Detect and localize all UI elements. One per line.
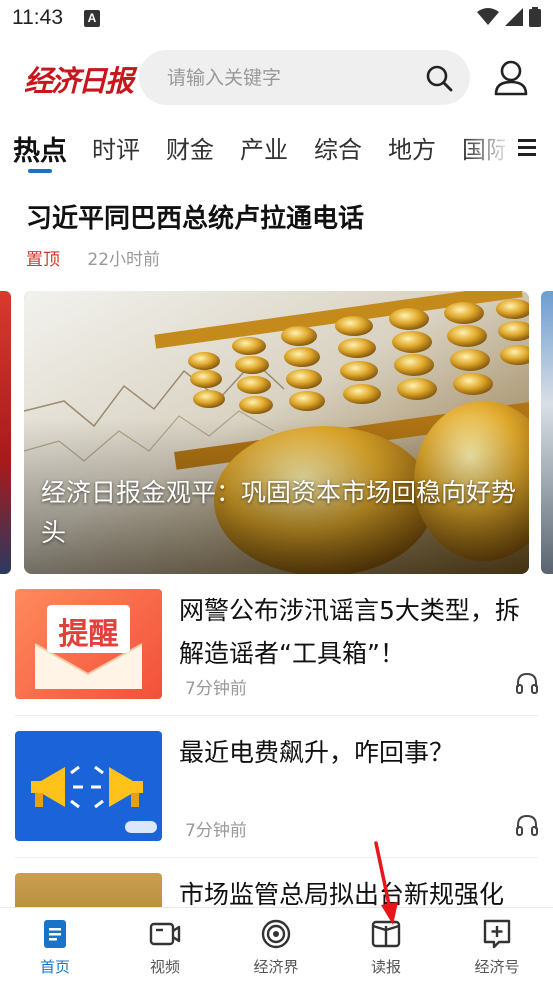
news-thumbnail xyxy=(15,731,162,841)
news-title[interactable]: 最近电费飙升，咋回事？ xyxy=(179,731,539,774)
status-time: 11:43 xyxy=(12,6,63,29)
news-item[interactable]: 最近电费飙升，咋回事？ 7分钟前 xyxy=(0,731,553,873)
battery-icon xyxy=(529,7,541,27)
category-tabs: 热点 时评 财金 产业 综合 地方 国际 xyxy=(0,118,553,176)
signal-icon xyxy=(505,8,523,26)
tab-finance[interactable]: 财金 xyxy=(166,130,214,165)
app-logo[interactable]: 经济日报 xyxy=(24,58,134,100)
nav-read-paper[interactable]: 读报 xyxy=(331,908,441,984)
book-icon xyxy=(371,920,401,948)
carousel-caption: 经济日报金观平：巩固资本市场回稳向好势头 xyxy=(41,478,517,547)
search-bar[interactable] xyxy=(139,50,470,105)
headphone-icon[interactable] xyxy=(515,814,539,836)
search-input[interactable] xyxy=(167,50,417,105)
tab-hot[interactable]: 热点 xyxy=(13,129,67,168)
news-item[interactable]: 市场监管总局拟出台新规强化 xyxy=(0,873,553,907)
wifi-icon xyxy=(477,8,499,25)
reminder-label: 提醒 xyxy=(58,617,119,652)
carousel-slide[interactable]: 经济日报金观平：巩固资本市场回稳向好势头 xyxy=(24,291,529,574)
nav-economy-circle[interactable]: 经济界 xyxy=(221,908,331,984)
headphone-icon[interactable] xyxy=(515,672,539,694)
status-icons xyxy=(477,7,541,27)
nav-label: 读报 xyxy=(370,958,401,976)
nav-home[interactable]: 首页 xyxy=(0,908,110,984)
headline-meta: 置顶 22小时前 xyxy=(26,245,160,270)
menu-icon[interactable] xyxy=(505,118,553,176)
nav-economy-account[interactable]: 经济号 xyxy=(442,908,552,984)
carousel-next-slide[interactable] xyxy=(541,291,553,574)
status-bar: 11:43 A xyxy=(0,0,553,40)
nav-label: 经济号 xyxy=(474,958,520,976)
bottom-navigation: 首页 视频 经济界 读报 经济号 xyxy=(0,907,553,984)
tab-commentary[interactable]: 时评 xyxy=(92,130,140,165)
nav-video[interactable]: 视频 xyxy=(110,908,220,984)
video-icon xyxy=(149,922,181,946)
featured-carousel[interactable]: 经济日报金观平：巩固资本市场回稳向好势头 xyxy=(0,291,553,574)
news-thumbnail xyxy=(15,873,162,907)
news-thumbnail: 提醒 xyxy=(15,589,162,699)
headline-time: 22小时前 xyxy=(87,250,161,270)
headline-title[interactable]: 习近平同巴西总统卢拉通电话 xyxy=(26,198,364,235)
target-icon xyxy=(261,919,291,949)
news-title[interactable]: 网警公布涉汛谣言5大类型，拆解造谣者“工具箱”！ xyxy=(179,589,539,675)
nav-label: 经济界 xyxy=(253,958,299,976)
news-title[interactable]: 市场监管总局拟出台新规强化 xyxy=(179,873,539,907)
news-time: 7分钟前 xyxy=(185,821,247,841)
nav-label: 首页 xyxy=(39,958,70,976)
search-icon[interactable] xyxy=(425,64,453,92)
megaphone-image xyxy=(31,765,157,833)
divider xyxy=(15,857,538,858)
pinned-badge: 置顶 xyxy=(26,250,60,270)
header: 经济日报 xyxy=(0,40,553,118)
add-box-icon xyxy=(483,919,511,949)
tab-industry[interactable]: 产业 xyxy=(240,130,288,165)
active-tab-indicator xyxy=(28,169,52,173)
tab-local[interactable]: 地方 xyxy=(388,130,436,165)
user-profile-icon[interactable] xyxy=(493,58,529,98)
tab-general[interactable]: 综合 xyxy=(314,130,362,165)
document-icon xyxy=(44,920,66,948)
carousel-prev-slide[interactable] xyxy=(0,291,11,574)
news-time: 7分钟前 xyxy=(185,679,247,699)
nav-label: 视频 xyxy=(149,958,180,976)
notification-icon: A xyxy=(84,10,100,27)
news-item[interactable]: 提醒 网警公布涉汛谣言5大类型，拆解造谣者“工具箱”！ 7分钟前 xyxy=(0,589,553,731)
divider xyxy=(15,715,538,716)
